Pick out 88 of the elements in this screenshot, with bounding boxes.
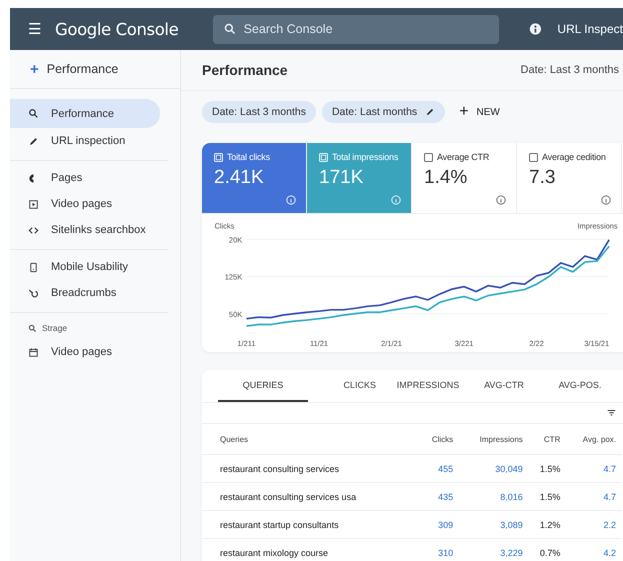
x-tick-label: 1/211 — [237, 338, 256, 348]
x-tick-label: 2/22 — [529, 338, 544, 348]
menu-icon[interactable]: ☰ — [28, 20, 41, 38]
pencil-icon — [28, 136, 39, 146]
tab[interactable]: QUERIES — [218, 370, 308, 402]
metric-value: 1.4% — [424, 167, 468, 189]
search-icon — [28, 324, 37, 332]
column-header: Queries — [202, 424, 420, 454]
filter-chip[interactable]: Date: Last months — [322, 101, 446, 123]
metric-card[interactable]: Average CTR 1.4% — [412, 143, 517, 213]
table-cell[interactable]: 3,089 — [459, 510, 529, 538]
y-tick-label: 50K — [228, 310, 242, 320]
section-title: Strage — [42, 323, 68, 333]
column-header: Avg. pox. — [566, 424, 622, 454]
column-header: Clicks — [420, 424, 460, 454]
plus-icon[interactable]: + — [30, 60, 39, 78]
metric-label: Average cedition — [542, 152, 606, 162]
calendar-icon — [28, 346, 39, 358]
table-cell[interactable]: 30,049 — [459, 454, 529, 482]
search-icon — [28, 108, 39, 119]
breadcrumb-icon — [28, 288, 39, 298]
table-cell: restaurant mixology course — [202, 538, 420, 561]
date-range: Date: Last 3 months — [520, 64, 620, 76]
sidebar-item[interactable]: Pages — [10, 165, 168, 191]
metric-value: 7.3 — [529, 167, 556, 189]
metric-value: 2.41K — [214, 167, 265, 189]
table-cell[interactable]: 8,016 — [459, 482, 529, 510]
sidebar-item[interactable]: Performance — [10, 99, 160, 128]
table-cell[interactable]: 310 — [420, 538, 460, 561]
sidebar-item[interactable]: Video pages — [10, 191, 168, 217]
table-cell: 1.5% — [528, 454, 566, 482]
y-tick-label: 125K — [224, 272, 242, 282]
play-box-icon — [28, 198, 39, 210]
checked-box-icon — [319, 152, 328, 162]
checkbox-icon — [529, 152, 538, 162]
x-tick-label: 3/221 — [454, 338, 474, 348]
filter-icon[interactable] — [607, 408, 616, 418]
table-cell: restaurant consulting services — [202, 454, 420, 482]
sidebar-heading[interactable]: Performance — [46, 62, 118, 76]
metric-value: 171K — [319, 167, 364, 189]
axis-title: Clicks — [214, 222, 234, 231]
sidebar-item[interactable]: Breadcrumbs — [10, 280, 168, 306]
x-tick-label: 2/1/21 — [381, 338, 402, 348]
new-button[interactable]: + NEW — [453, 102, 506, 122]
table-cell[interactable]: 2.2 — [566, 510, 622, 538]
phone-icon — [28, 262, 39, 272]
table-cell: restaurant consulting services usa — [202, 482, 420, 510]
search-field[interactable]: Search Console — [212, 14, 499, 44]
column-header: Impressions — [459, 424, 529, 454]
table-cell[interactable]: 455 — [420, 454, 460, 482]
metric-card[interactable]: Average cedition 7.3 — [517, 143, 622, 213]
y-tick-label: 20K — [228, 235, 242, 244]
x-tick-label: 11/21 — [310, 338, 328, 348]
table-cell[interactable]: 309 — [420, 510, 460, 538]
sidebar-item[interactable]: Video pages — [10, 339, 180, 365]
table-cell[interactable]: 435 — [420, 482, 460, 510]
app-title: Google Console — [55, 20, 180, 38]
metric-label: Average CTR — [437, 152, 490, 162]
page-title: Performance — [202, 62, 288, 78]
axis-title: Impressions — [577, 222, 618, 231]
metric-label: Total impressions — [332, 152, 398, 162]
table-cell: restaurant startup consultants — [202, 510, 420, 538]
tab[interactable]: AVG-POS. — [542, 370, 618, 402]
table-cell[interactable]: 4.2 — [566, 538, 622, 561]
sidebar-item[interactable]: URL inspection — [10, 128, 168, 154]
table-cell: 1.5% — [528, 482, 566, 510]
code-icon — [28, 224, 39, 236]
tab[interactable]: IMPRESSIONS — [390, 370, 466, 402]
info-icon[interactable] — [496, 195, 506, 205]
nav-link[interactable]: URL Inspect — [557, 22, 623, 36]
checkbox-icon — [424, 152, 433, 162]
table-cell: 0.7% — [528, 538, 566, 561]
sidebar-item[interactable]: Sitelinks searchbox — [10, 217, 168, 243]
x-tick-label: 3/15/21 — [584, 338, 610, 348]
tab[interactable]: CLICKS — [312, 370, 376, 402]
table-cell: 1.2% — [528, 510, 566, 538]
table-cell[interactable]: 4.7 — [566, 454, 622, 482]
table-cell[interactable]: 4.7 — [566, 482, 622, 510]
filter-chip[interactable]: Date: Last 3 months — [202, 101, 316, 123]
column-header: CTR — [528, 424, 566, 454]
sidebar-item[interactable]: Mobile Usability — [10, 254, 168, 280]
table-cell[interactable]: 3,229 — [459, 538, 529, 561]
info-icon[interactable] — [601, 195, 611, 205]
tab[interactable]: AVG-CTR — [466, 370, 542, 402]
help-icon[interactable] — [528, 22, 542, 36]
checked-box-icon — [214, 152, 223, 162]
metric-card[interactable]: Toital clicks 2.41K — [202, 143, 307, 213]
metric-label: Toital clicks — [227, 152, 270, 162]
